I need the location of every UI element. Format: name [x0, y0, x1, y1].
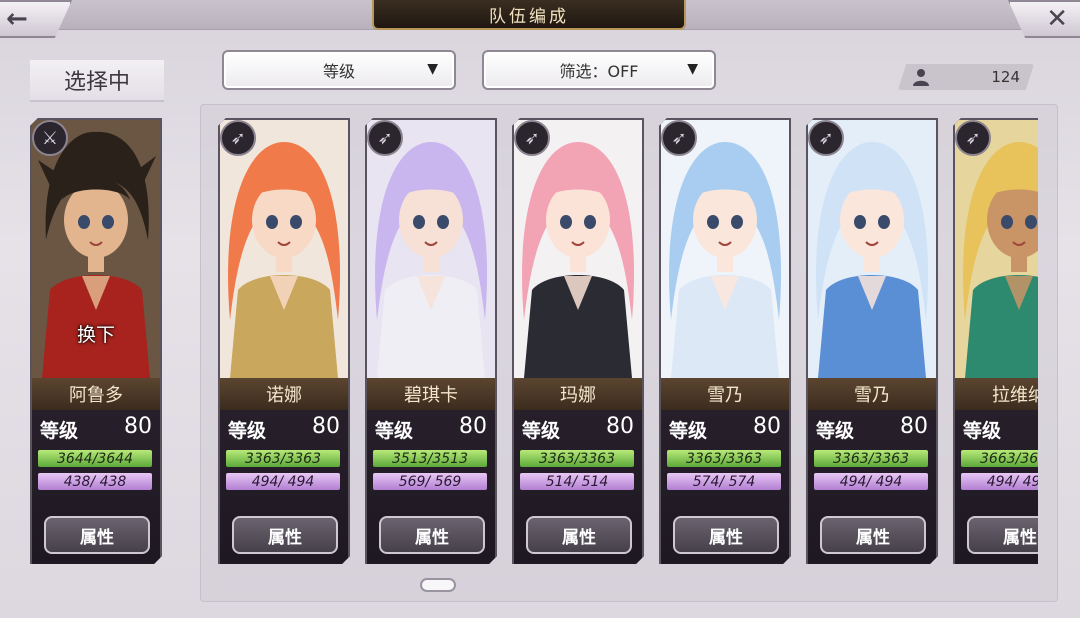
character-card[interactable]: ➶ 雪乃 等级 80 3363/3363 574/ 574 属性 [659, 118, 791, 564]
bow-icon: ➶ [220, 120, 256, 156]
roster-count: 124 [991, 68, 1020, 86]
level-label: 等级 [816, 420, 855, 442]
attributes-button[interactable]: 属性 [44, 516, 150, 554]
hp-bar: 3363/3363 [667, 450, 781, 467]
character-stats: 等级 80 3363/3363 574/ 574 属性 [661, 410, 789, 564]
bow-icon: ➶ [661, 120, 697, 156]
level-value: 80 [312, 414, 340, 439]
attributes-button[interactable]: 属性 [232, 516, 338, 554]
attributes-button[interactable]: 属性 [967, 516, 1038, 554]
sort-dropdown-label: 等级 [322, 62, 355, 81]
sword-icon: ⚔ [32, 120, 68, 156]
attributes-button[interactable]: 属性 [526, 516, 632, 554]
character-card[interactable]: ➶ 雪乃 等级 80 3363/3363 494/ 494 属性 [806, 118, 938, 564]
character-stats: 等级 80 3513/3513 569/ 569 属性 [367, 410, 495, 564]
character-stats: 等级 80 3644/3644 438/ 438 属性 [32, 410, 160, 564]
person-icon [913, 69, 929, 86]
attributes-button[interactable]: 属性 [673, 516, 779, 554]
character-name: 拉维纳 [955, 378, 1038, 410]
hp-bar: 3363/3363 [520, 450, 634, 467]
level-value: 80 [900, 414, 928, 439]
swap-out-label[interactable]: 换下 [32, 320, 160, 347]
character-portrait [955, 120, 1038, 378]
attributes-button[interactable]: 属性 [379, 516, 485, 554]
selected-character-card[interactable]: ⚔ 换下 阿鲁多 等级 80 3644/3644 438/ 438 属性 [30, 118, 162, 564]
chevron-down-icon: ▼ [687, 61, 698, 77]
mp-bar: 494/ 494 [961, 473, 1038, 490]
filter-dropdown-label: 筛选：OFF [559, 62, 639, 81]
character-name: 阿鲁多 [32, 378, 160, 410]
hp-bar: 3513/3513 [373, 450, 487, 467]
mp-bar: 438/ 438 [38, 473, 152, 490]
level-value: 80 [606, 414, 634, 439]
attributes-button[interactable]: 属性 [820, 516, 926, 554]
mp-bar: 494/ 494 [814, 473, 928, 490]
level-value: 80 [459, 414, 487, 439]
page-title: 队伍编成 [372, 0, 686, 30]
character-stats: 等级 80 3363/3363 494/ 494 属性 [220, 410, 348, 564]
character-card[interactable]: ➶ 诺娜 等级 80 3363/3363 494/ 494 属性 [218, 118, 350, 564]
level-label: 等级 [375, 420, 414, 442]
level-label: 等级 [522, 420, 561, 442]
level-label: 等级 [228, 420, 267, 442]
scrollbar-track[interactable] [222, 580, 1040, 590]
character-name: 诺娜 [220, 378, 348, 410]
character-name: 碧琪卡 [367, 378, 495, 410]
scrollbar-thumb[interactable] [420, 578, 456, 592]
character-card[interactable]: ➶ 拉维纳 等级 80 3663/3663 494/ 494 属性 [953, 118, 1038, 564]
selecting-label: 选择中 [30, 60, 164, 102]
mp-bar: 574/ 574 [667, 473, 781, 490]
bow-icon: ➶ [367, 120, 403, 156]
back-arrow-icon: ← [6, 4, 28, 34]
level-label: 等级 [963, 420, 1002, 442]
character-portrait [808, 120, 936, 378]
chevron-down-icon: ▼ [427, 61, 438, 77]
level-label: 等级 [40, 420, 79, 442]
hp-bar: 3663/3663 [961, 450, 1038, 467]
close-icon: ✕ [1046, 4, 1068, 34]
character-carousel[interactable]: ➶ 诺娜 等级 80 3363/3363 494/ 494 属性 ➶ 碧琪卡 等… [218, 118, 1038, 574]
filter-dropdown[interactable]: 筛选：OFF ▼ [482, 50, 716, 90]
character-stats: 等级 80 3363/3363 494/ 494 属性 [808, 410, 936, 564]
level-value: 80 [753, 414, 781, 439]
character-portrait [514, 120, 642, 378]
character-name: 雪乃 [808, 378, 936, 410]
back-button[interactable]: ← [0, 0, 72, 38]
character-name: 雪乃 [661, 378, 789, 410]
mp-bar: 569/ 569 [373, 473, 487, 490]
close-button[interactable]: ✕ [1008, 0, 1080, 38]
hp-bar: 3363/3363 [814, 450, 928, 467]
hp-bar: 3644/3644 [38, 450, 152, 467]
character-stats: 等级 80 3363/3363 514/ 514 属性 [514, 410, 642, 564]
roster-count-badge: 124 [898, 64, 1034, 90]
character-stats: 等级 80 3663/3663 494/ 494 属性 [955, 410, 1038, 564]
character-card[interactable]: ➶ 碧琪卡 等级 80 3513/3513 569/ 569 属性 [365, 118, 497, 564]
character-portrait [661, 120, 789, 378]
bow-icon: ➶ [514, 120, 550, 156]
bow-icon: ➶ [808, 120, 844, 156]
sort-dropdown[interactable]: 等级 ▼ [222, 50, 456, 90]
character-portrait [367, 120, 495, 378]
character-name: 玛娜 [514, 378, 642, 410]
hp-bar: 3363/3363 [226, 450, 340, 467]
mp-bar: 494/ 494 [226, 473, 340, 490]
mp-bar: 514/ 514 [520, 473, 634, 490]
character-card[interactable]: ➶ 玛娜 等级 80 3363/3363 514/ 514 属性 [512, 118, 644, 564]
level-label: 等级 [669, 420, 708, 442]
level-value: 80 [124, 414, 152, 439]
bow-icon: ➶ [955, 120, 991, 156]
character-portrait [220, 120, 348, 378]
